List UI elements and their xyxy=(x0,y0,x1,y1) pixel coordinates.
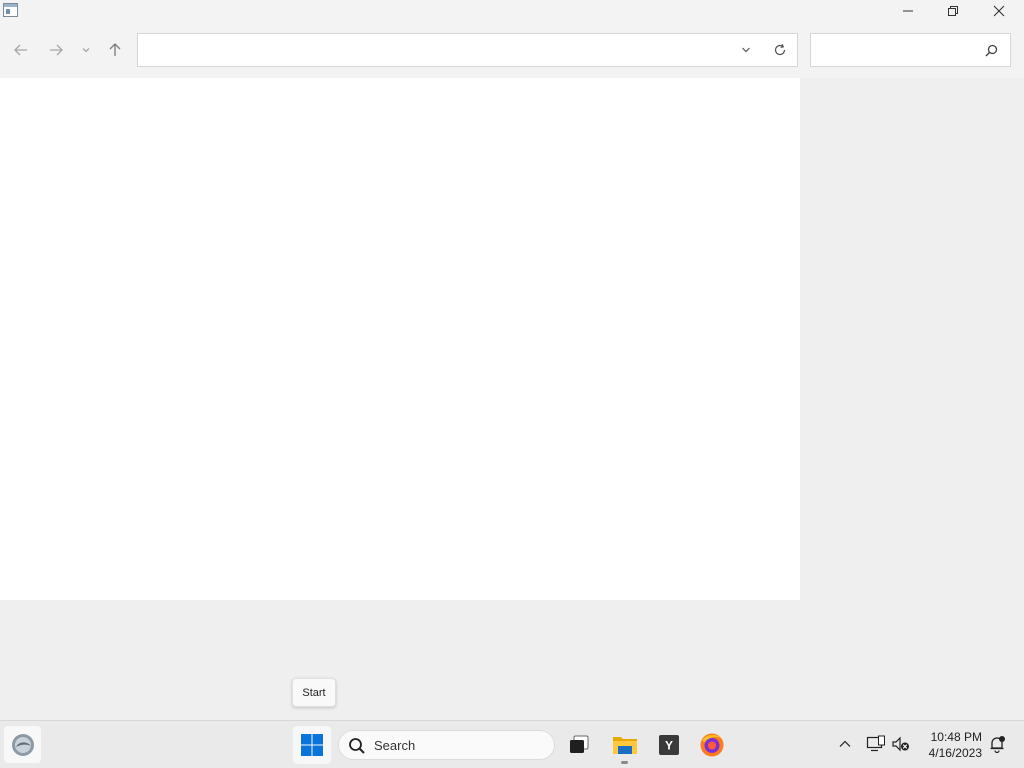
search-icon xyxy=(349,738,365,754)
search-input[interactable] xyxy=(817,40,977,60)
clock[interactable]: 10:48 PM 4/16/2023 xyxy=(918,729,982,761)
search-icon[interactable] xyxy=(983,42,999,58)
yandex-icon: Y xyxy=(659,735,679,755)
arrow-left-icon xyxy=(14,44,27,56)
file-explorer-button[interactable] xyxy=(608,728,642,762)
refresh-button[interactable] xyxy=(770,40,790,60)
chevron-down-icon xyxy=(742,47,750,53)
search-box[interactable] xyxy=(810,33,1011,67)
arrow-up-icon xyxy=(109,43,121,56)
address-input[interactable] xyxy=(144,40,724,60)
back-button[interactable] xyxy=(9,38,33,62)
volume-button[interactable] xyxy=(890,733,912,755)
file-explorer-icon xyxy=(613,737,637,754)
notification-bell-icon xyxy=(990,736,1005,753)
firefox-icon xyxy=(700,733,724,757)
refresh-icon xyxy=(774,43,786,56)
preview-pane xyxy=(800,78,1024,600)
chevron-down-icon xyxy=(82,48,90,53)
window-icon[interactable] xyxy=(3,3,18,17)
task-view-icon xyxy=(570,735,589,753)
notifications-button[interactable] xyxy=(986,733,1008,755)
firefox-button[interactable] xyxy=(695,728,729,762)
start-tooltip: Start xyxy=(292,678,336,707)
up-button[interactable] xyxy=(103,38,127,62)
arrow-right-icon xyxy=(50,44,63,56)
address-bar[interactable] xyxy=(137,33,798,67)
svg-text:Y: Y xyxy=(665,739,673,753)
address-history-button[interactable] xyxy=(736,40,756,60)
windows-logo-icon xyxy=(301,734,323,756)
restore-icon xyxy=(948,6,958,16)
clock-date: 4/16/2023 xyxy=(928,746,982,760)
chevron-up-icon xyxy=(839,740,851,747)
network-icon xyxy=(866,735,885,752)
file-list-pane[interactable] xyxy=(0,78,800,600)
taskbar-search-label: Search xyxy=(374,738,416,753)
close-button[interactable] xyxy=(976,0,1022,22)
restore-button[interactable] xyxy=(930,0,976,22)
yandex-browser-button[interactable]: Y xyxy=(652,728,686,762)
recent-locations-button[interactable] xyxy=(74,38,98,62)
task-view-button[interactable] xyxy=(562,728,596,762)
show-hidden-icons-button[interactable] xyxy=(834,733,856,755)
minimize-icon xyxy=(903,10,913,12)
start-button[interactable] xyxy=(293,726,331,764)
taskbar: Search Y 10:48 PM 4/16/2023 xyxy=(0,720,1024,768)
close-icon xyxy=(993,5,1005,17)
weather-widget-icon xyxy=(11,733,34,756)
forward-button[interactable] xyxy=(44,38,68,62)
network-button[interactable] xyxy=(865,733,887,755)
volume-muted-icon xyxy=(892,736,909,752)
clock-time: 10:48 PM xyxy=(930,730,982,744)
title-bar xyxy=(0,0,1024,22)
taskbar-search[interactable]: Search xyxy=(338,730,555,760)
minimize-button[interactable] xyxy=(885,0,931,22)
running-indicator xyxy=(621,761,628,764)
widgets-button[interactable] xyxy=(4,726,41,763)
navigation-bar xyxy=(0,22,1024,78)
